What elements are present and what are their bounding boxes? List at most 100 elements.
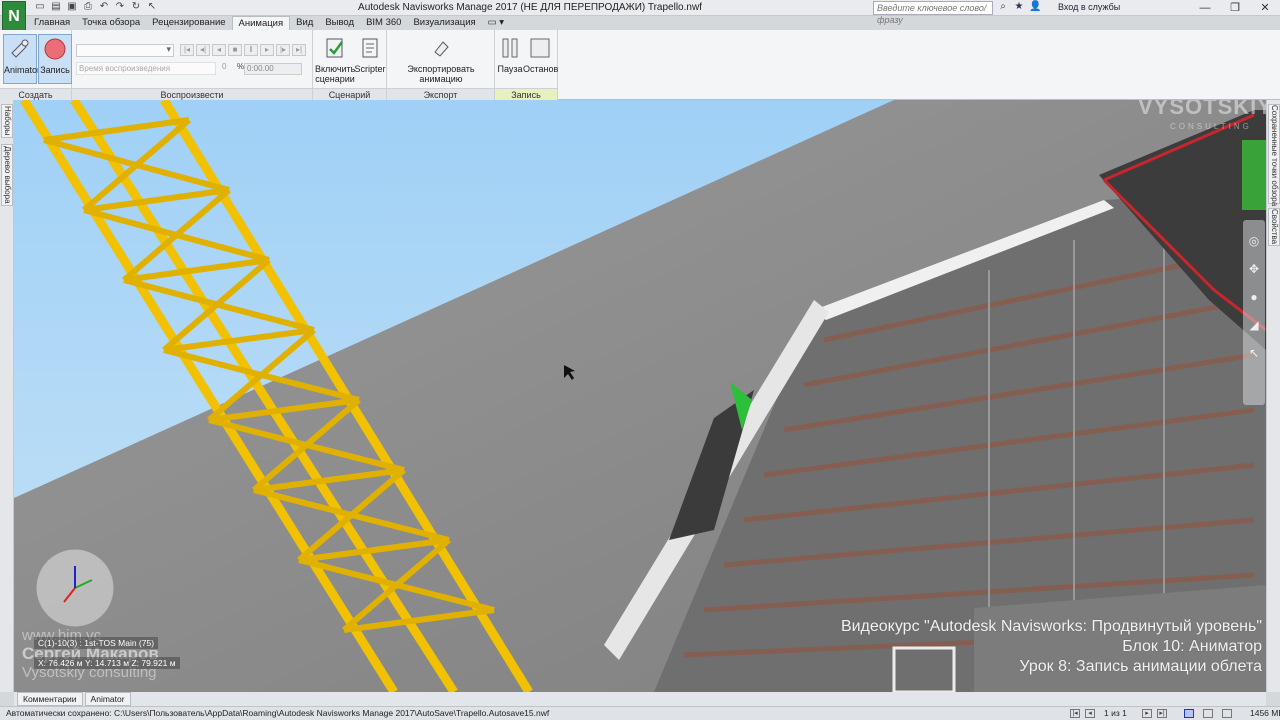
- favorites-icon[interactable]: ★: [1013, 1, 1025, 12]
- forward-end-icon[interactable]: ▸|: [292, 44, 306, 56]
- pan-icon[interactable]: ✥: [1243, 262, 1265, 276]
- minimize-button[interactable]: —: [1190, 0, 1220, 16]
- panel-export: Экспортировать анимацию Экспорт: [387, 30, 495, 100]
- dock-tab-selection-tree[interactable]: Дерево выбора: [1, 144, 13, 206]
- export-animation-button[interactable]: Экспортировать анимацию: [389, 34, 493, 84]
- new-icon[interactable]: ▭: [34, 1, 46, 13]
- rewind-start-icon[interactable]: |◂: [180, 44, 194, 56]
- application-menu-button[interactable]: N: [2, 1, 26, 33]
- panel-playback: |◂ ◂| ◂ ■ ‖ ▸ |▸ ▸| Время воспроизведени…: [72, 30, 313, 100]
- tab-animator[interactable]: Animator: [84, 692, 131, 706]
- panel-playback-label: Воспроизвести: [72, 88, 312, 100]
- animation-select[interactable]: [76, 44, 174, 57]
- scripter-label: Scripter: [354, 64, 386, 74]
- tab-home[interactable]: Главная: [28, 16, 76, 30]
- panel-scripts: Включить сценарии Scripter Сценарий: [313, 30, 387, 100]
- step-forward-icon[interactable]: |▸: [276, 44, 290, 56]
- panel-scripts-label: Сценарий: [313, 88, 386, 100]
- play-back-icon[interactable]: ◂: [212, 44, 226, 56]
- panel-export-label: Экспорт: [387, 88, 494, 100]
- prev-page-button[interactable]: ◂: [1085, 709, 1095, 718]
- select-tool-icon[interactable]: ↖: [1243, 346, 1265, 360]
- open-icon[interactable]: ▤: [50, 1, 62, 13]
- record-icon: [44, 38, 66, 60]
- tab-viewpoint[interactable]: Точка обзора: [76, 16, 146, 30]
- tab-options-icon[interactable]: ▭ ▾: [482, 16, 510, 30]
- quick-access-toolbar: ▭ ▤ ▣ ⎙ ↶ ↷ ↻ ↖: [34, 1, 158, 13]
- status-indicator-2: [1203, 709, 1213, 718]
- pause-recording-button[interactable]: Пауза: [496, 34, 524, 84]
- enable-scripts-icon: [326, 38, 344, 58]
- window-controls: — ❐ ✕: [1190, 0, 1280, 16]
- tab-comments[interactable]: Комментарии: [17, 692, 83, 706]
- last-page-button[interactable]: ▸|: [1157, 709, 1167, 718]
- enable-scripts-button[interactable]: Включить сценарии: [315, 34, 355, 84]
- animator-label: Animator: [4, 65, 41, 75]
- stop-icon[interactable]: ■: [228, 44, 242, 56]
- 3d-viewport[interactable]: ◎ ✥ ● ◢ ↖ VYSOTSKIY CONSULTING Видеокурс…: [14, 100, 1266, 692]
- dock-tab-sets[interactable]: Наборы: [1, 104, 13, 138]
- scripter-button[interactable]: Scripter: [353, 34, 387, 84]
- course-title: Видеокурс "Autodesk Navisworks: Продвину…: [840, 618, 1262, 635]
- navigation-bar: ◎ ✥ ● ◢ ↖: [1243, 220, 1265, 405]
- status-indicator-3: [1222, 709, 1232, 718]
- ribbon-tabs: Главная Точка обзора Рецензирование Аним…: [28, 16, 510, 30]
- save-icon[interactable]: ▣: [66, 1, 78, 13]
- close-button[interactable]: ✕: [1250, 0, 1280, 16]
- left-dock: Наборы Дерево выбора: [0, 100, 14, 692]
- refresh-icon[interactable]: ↻: [130, 1, 142, 13]
- ribbon: Animator Запись Создать |◂ ◂| ◂ ■ ‖ ▸ |▸…: [0, 30, 1280, 100]
- restore-button[interactable]: ❐: [1220, 0, 1250, 16]
- search-icon[interactable]: ⌕: [997, 1, 1009, 12]
- playback-time-input[interactable]: 0:00.00: [244, 63, 302, 75]
- grid-location: C(1)-10(3) : 1st-TOS Main (75): [34, 637, 159, 649]
- play-icon[interactable]: ▸: [260, 44, 274, 56]
- dock-tab-saved-viewpoints[interactable]: Сохраненные точки обзора: [1268, 104, 1280, 206]
- pause-icon[interactable]: ‖: [244, 44, 258, 56]
- playback-value: 0: [222, 62, 227, 71]
- pause-icon: [502, 38, 518, 58]
- panel-recording: Пауза Останов Запись: [495, 30, 558, 100]
- stop-icon: [530, 38, 550, 58]
- scene: [14, 100, 1266, 692]
- orbit-icon[interactable]: ●: [1243, 290, 1265, 304]
- title-bar: ▭ ▤ ▣ ⎙ ↶ ↷ ↻ ↖ Autodesk Navisworks Mana…: [0, 0, 1280, 25]
- panel-create: Animator Запись Создать: [0, 30, 72, 100]
- next-page-button[interactable]: ▸: [1142, 709, 1152, 718]
- record-label: Запись: [40, 65, 70, 75]
- status-bar: Автоматически сохранено: C:\Users\Пользо…: [0, 706, 1280, 720]
- first-page-button[interactable]: |◂: [1070, 709, 1080, 718]
- look-icon[interactable]: ◢: [1243, 318, 1265, 332]
- tab-render[interactable]: Визуализация: [407, 16, 481, 30]
- animator-button[interactable]: Animator: [3, 34, 41, 84]
- status-indicator-1: [1184, 709, 1194, 718]
- panel-recording-label: Запись: [495, 88, 557, 100]
- bottom-panel-tabs: Комментарии Animator: [14, 692, 1266, 706]
- coordinates-readout: X: 76.426 м Y: 14.713 м Z: 79.921 м: [34, 657, 180, 669]
- tab-bim360[interactable]: BIM 360: [360, 16, 407, 30]
- dock-tab-properties[interactable]: Свойства: [1268, 208, 1280, 246]
- steering-wheel-icon[interactable]: ◎: [1243, 234, 1265, 248]
- brand-sub-watermark: CONSULTING: [1170, 122, 1252, 131]
- record-button[interactable]: Запись: [38, 34, 72, 84]
- export-animation-label: Экспортировать анимацию: [407, 64, 475, 84]
- playback-time-slider[interactable]: Время воспроизведения: [76, 62, 216, 75]
- animator-icon: [11, 39, 29, 58]
- memory-usage: 1456 МБ: [1250, 708, 1280, 718]
- course-lesson: Урок 8: Запись анимации облета: [1019, 658, 1262, 675]
- login-link[interactable]: Вход в службы: [1058, 2, 1120, 12]
- undo-icon[interactable]: ↶: [98, 1, 110, 13]
- select-icon[interactable]: ↖: [146, 1, 158, 13]
- tab-review[interactable]: Рецензирование: [146, 16, 231, 30]
- user-icon[interactable]: 👤: [1029, 1, 1041, 12]
- tab-view[interactable]: Вид: [290, 16, 319, 30]
- search-input[interactable]: Введите ключевое слово/фразу: [873, 1, 993, 25]
- course-block: Блок 10: Аниматор: [1122, 638, 1262, 655]
- redo-icon[interactable]: ↷: [114, 1, 126, 13]
- print-icon[interactable]: ⎙: [82, 1, 94, 13]
- stop-recording-button[interactable]: Останов: [523, 34, 558, 84]
- tab-animation[interactable]: Анимация: [231, 16, 291, 30]
- title-icons: ⌕ ★ 👤: [997, 1, 1041, 12]
- step-back-icon[interactable]: ◂|: [196, 44, 210, 56]
- tab-output[interactable]: Вывод: [319, 16, 360, 30]
